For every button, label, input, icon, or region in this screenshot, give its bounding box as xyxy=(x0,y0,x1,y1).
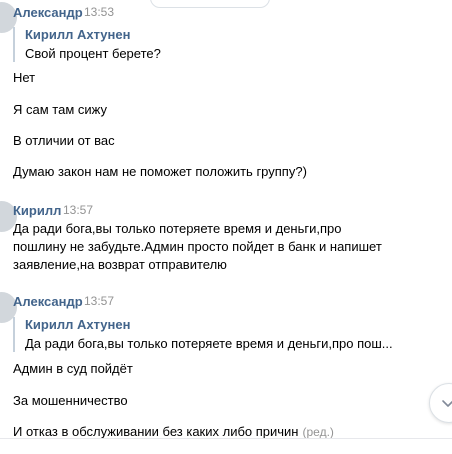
message-author[interactable]: Александр xyxy=(13,5,83,20)
message-time[interactable]: 13:57 xyxy=(63,203,93,217)
message-author[interactable]: Александр xyxy=(13,294,83,309)
quote-author: Кирилл Ахтунен xyxy=(25,27,131,42)
edited-label[interactable]: (ред.) xyxy=(303,425,334,439)
message-text: В отличии от вас xyxy=(13,133,115,148)
quote-text: Свой процент берете? xyxy=(25,46,161,61)
message-text: Да ради бога,вы только потеряете время и… xyxy=(13,221,342,236)
message-text: заявление,на возврат отправителю xyxy=(13,257,227,272)
scroll-to-bottom-button[interactable] xyxy=(429,383,452,423)
chevron-down-icon xyxy=(442,400,452,407)
message-text: Думаю закон нам не поможет положить груп… xyxy=(13,164,307,179)
quote-text: Да ради бога,вы только потеряете время и… xyxy=(25,336,393,351)
quote-author: Кирилл Ахтунен xyxy=(25,317,131,332)
message-text: За мошенничество xyxy=(13,393,128,408)
message-text: И отказ в обслуживании без каких либо пр… xyxy=(13,424,299,439)
quoted-message[interactable]: Кирилл Ахтунен Да ради бога,вы только по… xyxy=(13,317,393,352)
message-text: Админ в суд пойдёт xyxy=(13,361,133,376)
message-time[interactable]: 13:53 xyxy=(84,5,114,19)
message-text: Я сам там сижу xyxy=(13,102,107,117)
date-divider xyxy=(150,0,270,8)
message-author[interactable]: Кирилл xyxy=(13,203,61,218)
message-time[interactable]: 13:57 xyxy=(84,294,114,308)
message-text: пошлину не забудьте.Админ просто пойдет … xyxy=(13,239,382,254)
divider xyxy=(0,438,452,439)
quoted-message[interactable]: Кирилл Ахтунен Свой процент берете? xyxy=(13,27,161,62)
message-text: Нет xyxy=(13,70,36,85)
